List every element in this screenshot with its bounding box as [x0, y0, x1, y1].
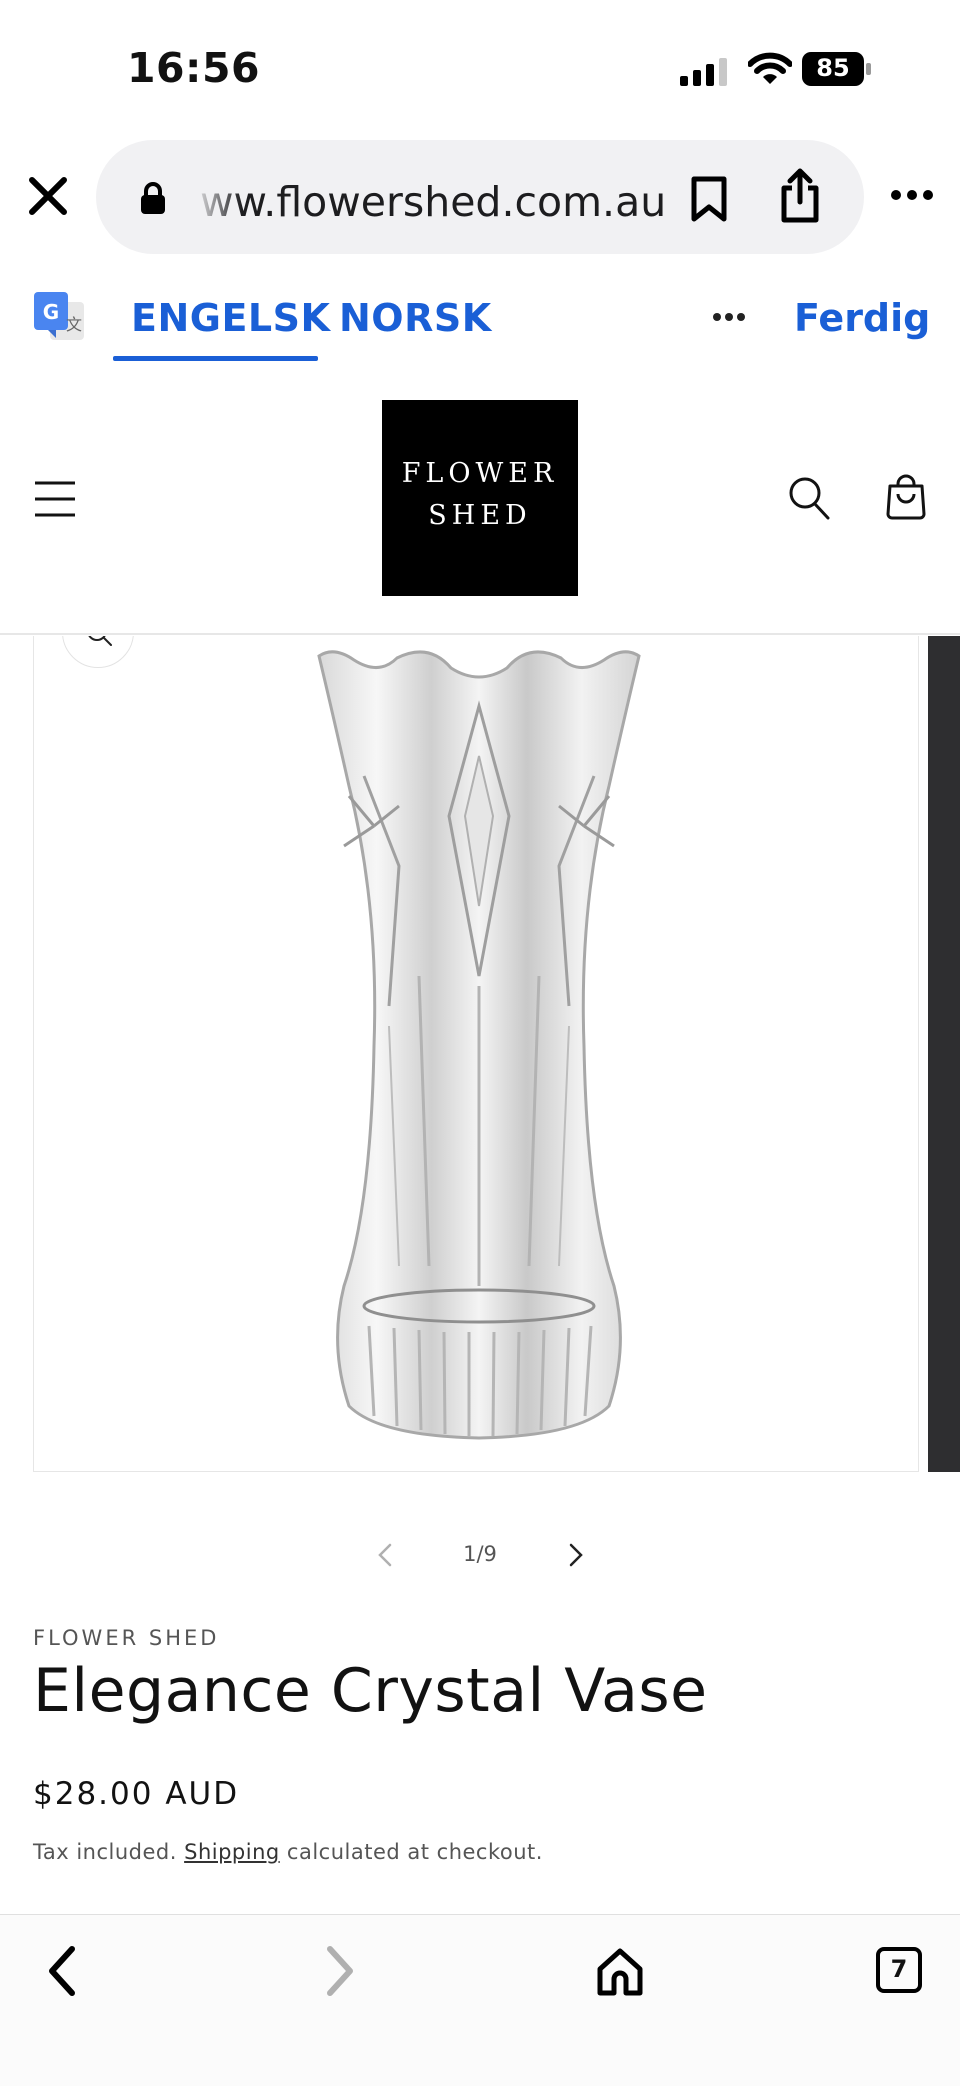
store-header: FLOWER SHED [0, 380, 960, 635]
battery-icon: 85 [802, 52, 872, 86]
done-button[interactable]: Ferdig [794, 296, 930, 340]
google-translate-icon[interactable]: G 文 [34, 292, 86, 342]
logo-line-2: SHED [428, 500, 532, 531]
tabs-button[interactable]: 7 [876, 1947, 922, 1993]
status-time: 16:56 [127, 44, 261, 92]
source-language-tab[interactable]: ENGELSK [131, 296, 330, 340]
product-price: $28.00 AUD [33, 1776, 240, 1812]
status-bar: 16:56 85 [0, 0, 960, 130]
svg-text:G: G [43, 300, 59, 324]
product-vendor: FLOWER SHED [33, 1626, 220, 1650]
chevron-right-icon[interactable] [568, 1542, 584, 1568]
browser-url-row: ww.flowershed.com.au [0, 130, 960, 260]
home-icon[interactable] [596, 1947, 644, 1997]
tabs-count: 7 [890, 1955, 908, 1983]
back-arrow-icon[interactable] [44, 1943, 80, 1999]
address-bar[interactable]: ww.flowershed.com.au [96, 140, 864, 254]
active-language-indicator [113, 356, 318, 361]
zoom-button[interactable] [62, 636, 134, 668]
bookmark-icon[interactable] [690, 176, 728, 222]
tax-note-prefix: Tax included. [33, 1840, 177, 1864]
forward-arrow-icon[interactable] [322, 1943, 358, 1999]
lock-icon [141, 182, 165, 214]
product-media[interactable] [33, 636, 919, 1472]
next-slide-preview[interactable] [928, 636, 960, 1472]
chevron-left-icon[interactable] [377, 1542, 393, 1568]
crystal-vase-image [317, 650, 641, 1440]
gallery-slider-controls: 1/9 [0, 1532, 960, 1578]
target-language-tab[interactable]: NORSK [339, 296, 492, 340]
zoom-in-icon [88, 636, 112, 646]
close-icon[interactable] [26, 174, 70, 218]
slide-counter: 1/9 [463, 1542, 497, 1566]
translate-more-icon[interactable] [712, 312, 746, 322]
store-logo[interactable]: FLOWER SHED [382, 400, 578, 596]
url-text: ww.flowershed.com.au [200, 178, 667, 226]
cart-icon[interactable] [884, 474, 928, 520]
wifi-icon [748, 52, 792, 84]
search-icon[interactable] [788, 476, 830, 520]
translate-bar: G 文 ENGELSK NORSK Ferdig [0, 272, 960, 364]
shipping-link[interactable]: Shipping [184, 1840, 280, 1864]
product-title: Elegance Crystal Vase [33, 1656, 708, 1726]
battery-level: 85 [816, 54, 850, 82]
url-fade [192, 170, 242, 226]
tax-note: Tax included. Shipping calculated at che… [33, 1840, 543, 1864]
cellular-signal-icon [680, 58, 727, 86]
browser-bottom-toolbar: 7 [0, 1914, 960, 2086]
share-icon[interactable] [778, 168, 822, 224]
more-icon[interactable] [890, 188, 934, 202]
menu-icon[interactable] [34, 480, 76, 518]
logo-line-1: FLOWER [401, 458, 559, 489]
tax-note-suffix: calculated at checkout. [286, 1840, 543, 1864]
svg-text:文: 文 [66, 315, 82, 334]
